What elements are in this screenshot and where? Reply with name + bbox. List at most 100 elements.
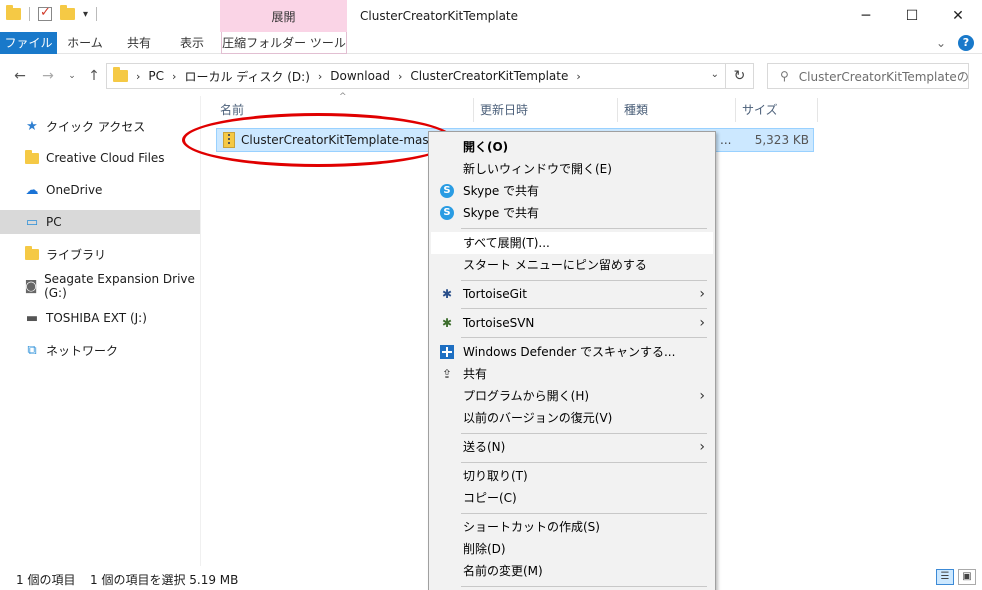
nav-item-pc[interactable]: ▭ PC: [0, 210, 200, 234]
menu-item-tortoisegit[interactable]: ✱ TortoiseGit ›: [431, 283, 713, 305]
menu-separator: [461, 513, 707, 514]
details-view-icon[interactable]: ☰: [936, 569, 954, 585]
menu-item-pin-start[interactable]: スタート メニューにピン留めする: [431, 254, 713, 276]
menu-item-skype-share[interactable]: S Skype で共有: [431, 180, 713, 202]
maximize-button[interactable]: ☐: [889, 0, 935, 32]
menu-item-open-with[interactable]: プログラムから開く(H) ›: [431, 385, 713, 407]
menu-item-create-shortcut[interactable]: ショートカットの作成(S): [431, 516, 713, 538]
separator: [29, 7, 30, 21]
back-arrow-icon[interactable]: ←: [10, 66, 30, 86]
search-input[interactable]: ⚲ ClusterCreatorKitTemplateの...: [767, 63, 969, 89]
context-menu: 開く(O) 新しいウィンドウで開く(E) S Skype で共有 S Skype…: [428, 131, 716, 590]
separator: [96, 7, 98, 21]
computer-icon: ▭: [25, 214, 39, 230]
large-icons-view-icon[interactable]: ▣: [958, 569, 976, 585]
chevron-right-icon[interactable]: ›: [398, 70, 402, 83]
up-arrow-icon[interactable]: ↑: [84, 66, 104, 86]
tab-file[interactable]: ファイル: [0, 32, 57, 54]
nav-item-quick-access[interactable]: ★ クイック アクセス: [0, 114, 200, 138]
pane-divider[interactable]: [200, 96, 201, 566]
column-header-type[interactable]: 種類: [618, 98, 736, 122]
address-row: ← → ⌄ ↑ › PC › ローカル ディスク (D:) › Download…: [0, 60, 982, 92]
address-bar[interactable]: › PC › ローカル ディスク (D:) › Download › Clust…: [106, 63, 726, 89]
nav-item-label: ライブラリ: [46, 247, 107, 262]
tortoisegit-icon: ✱: [441, 287, 453, 301]
menu-item-restore-versions[interactable]: 以前のバージョンの復元(V): [431, 407, 713, 429]
menu-item-tortoisesvn[interactable]: ✱ TortoiseSVN ›: [431, 312, 713, 334]
menu-item-label: 共有: [463, 367, 488, 381]
share-icon: ⇪: [441, 367, 453, 381]
search-icon: ⚲: [780, 69, 789, 83]
nav-item-label: クイック アクセス: [46, 119, 146, 134]
recent-chevron-icon[interactable]: ⌄: [62, 66, 82, 86]
breadcrumb-download[interactable]: Download: [330, 69, 390, 83]
ribbon-tabs: ファイル ホーム 共有 表示 圧縮フォルダー ツール ⌄ ?: [0, 32, 982, 54]
breadcrumb-pc[interactable]: PC: [148, 69, 164, 83]
menu-item-cut[interactable]: 切り取り(T): [431, 465, 713, 487]
drive-icon: ◙: [24, 278, 38, 294]
menu-item-label: プログラムから開く(H): [463, 389, 590, 403]
chevron-right-icon[interactable]: ›: [576, 70, 580, 83]
forward-arrow-icon[interactable]: →: [38, 66, 58, 86]
new-folder-icon[interactable]: [60, 5, 75, 20]
minimize-button[interactable]: ─: [843, 0, 889, 32]
menu-separator: [461, 462, 707, 463]
menu-item-share[interactable]: ⇪ 共有: [431, 363, 713, 385]
tab-share[interactable]: 共有: [116, 32, 162, 54]
customize-toolbar-icon[interactable]: ▾: [83, 9, 88, 20]
status-item-count: 1 個の項目: [16, 573, 76, 587]
menu-item-label: 開く(O): [463, 140, 509, 154]
menu-item-defender-scan[interactable]: Windows Defender でスキャンする...: [431, 341, 713, 363]
close-button[interactable]: ✕: [935, 0, 981, 32]
skype-icon: S: [439, 205, 455, 221]
chevron-right-icon[interactable]: ›: [136, 70, 140, 83]
usb-drive-icon: ▬: [25, 310, 39, 326]
menu-item-label: TortoiseSVN: [463, 316, 535, 330]
nav-item-seagate[interactable]: ◙ Seagate Expansion Drive (G:): [0, 272, 200, 300]
chevron-down-icon[interactable]: ⌄: [936, 36, 946, 50]
menu-separator: [461, 308, 707, 309]
menu-item-delete[interactable]: 削除(D): [431, 538, 713, 560]
library-icon: [24, 245, 40, 262]
skype-icon: S: [439, 183, 455, 199]
chevron-right-icon[interactable]: ›: [172, 70, 176, 83]
network-icon: ⧉: [27, 342, 37, 358]
submenu-arrow-icon: ›: [699, 439, 705, 455]
nav-item-label: Seagate Expansion Drive (G:): [44, 272, 195, 300]
folder-icon: [6, 5, 21, 20]
properties-icon[interactable]: [38, 5, 52, 21]
menu-separator: [461, 280, 707, 281]
menu-item-copy[interactable]: コピー(C): [431, 487, 713, 509]
nav-item-creative-cloud[interactable]: Creative Cloud Files: [0, 146, 200, 170]
refresh-icon[interactable]: ↻: [726, 63, 754, 89]
window-title: ClusterCreatorKitTemplate: [360, 9, 519, 23]
menu-item-open-new-window[interactable]: 新しいウィンドウで開く(E): [431, 158, 713, 180]
tab-home[interactable]: ホーム: [62, 32, 108, 54]
address-dropdown-icon[interactable]: ⌄: [711, 69, 719, 80]
submenu-arrow-icon: ›: [699, 388, 705, 404]
breadcrumb-local-disk[interactable]: ローカル ディスク (D:): [184, 68, 309, 85]
menu-item-label: コピー(C): [463, 491, 517, 505]
column-header-modified[interactable]: 更新日時: [474, 98, 618, 122]
column-header-size[interactable]: サイズ: [736, 98, 818, 122]
menu-item-label: Skype で共有: [463, 206, 540, 220]
menu-item-send-to[interactable]: 送る(N) ›: [431, 436, 713, 458]
chevron-right-icon[interactable]: ›: [318, 70, 322, 83]
help-icon[interactable]: ?: [958, 35, 974, 51]
menu-item-extract-all[interactable]: すべて展開(T)...: [431, 232, 713, 254]
nav-item-network[interactable]: ⧉ ネットワーク: [0, 338, 200, 362]
tab-compressed-folder-tools[interactable]: 圧縮フォルダー ツール: [221, 32, 347, 54]
nav-item-onedrive[interactable]: ☁ OneDrive: [0, 178, 200, 202]
menu-item-label: ショートカットの作成(S): [463, 520, 600, 534]
breadcrumb-current-folder[interactable]: ClusterCreatorKitTemplate: [410, 69, 568, 83]
menu-item-label: 切り取り(T): [463, 469, 528, 483]
tab-view[interactable]: 表示: [169, 32, 215, 54]
menu-item-label: 新しいウィンドウで開く(E): [463, 162, 612, 176]
menu-item-skype-share-2[interactable]: S Skype で共有: [431, 202, 713, 224]
nav-item-library[interactable]: ライブラリ: [0, 242, 200, 266]
nav-item-label: ネットワーク: [46, 343, 119, 358]
search-placeholder: ClusterCreatorKitTemplateの...: [798, 69, 968, 84]
status-selection: 1 個の項目を選択 5.19 MB: [90, 573, 239, 587]
nav-item-toshiba[interactable]: ▬ TOSHIBA EXT (J:): [0, 306, 200, 330]
menu-item-open[interactable]: 開く(O): [431, 136, 713, 158]
